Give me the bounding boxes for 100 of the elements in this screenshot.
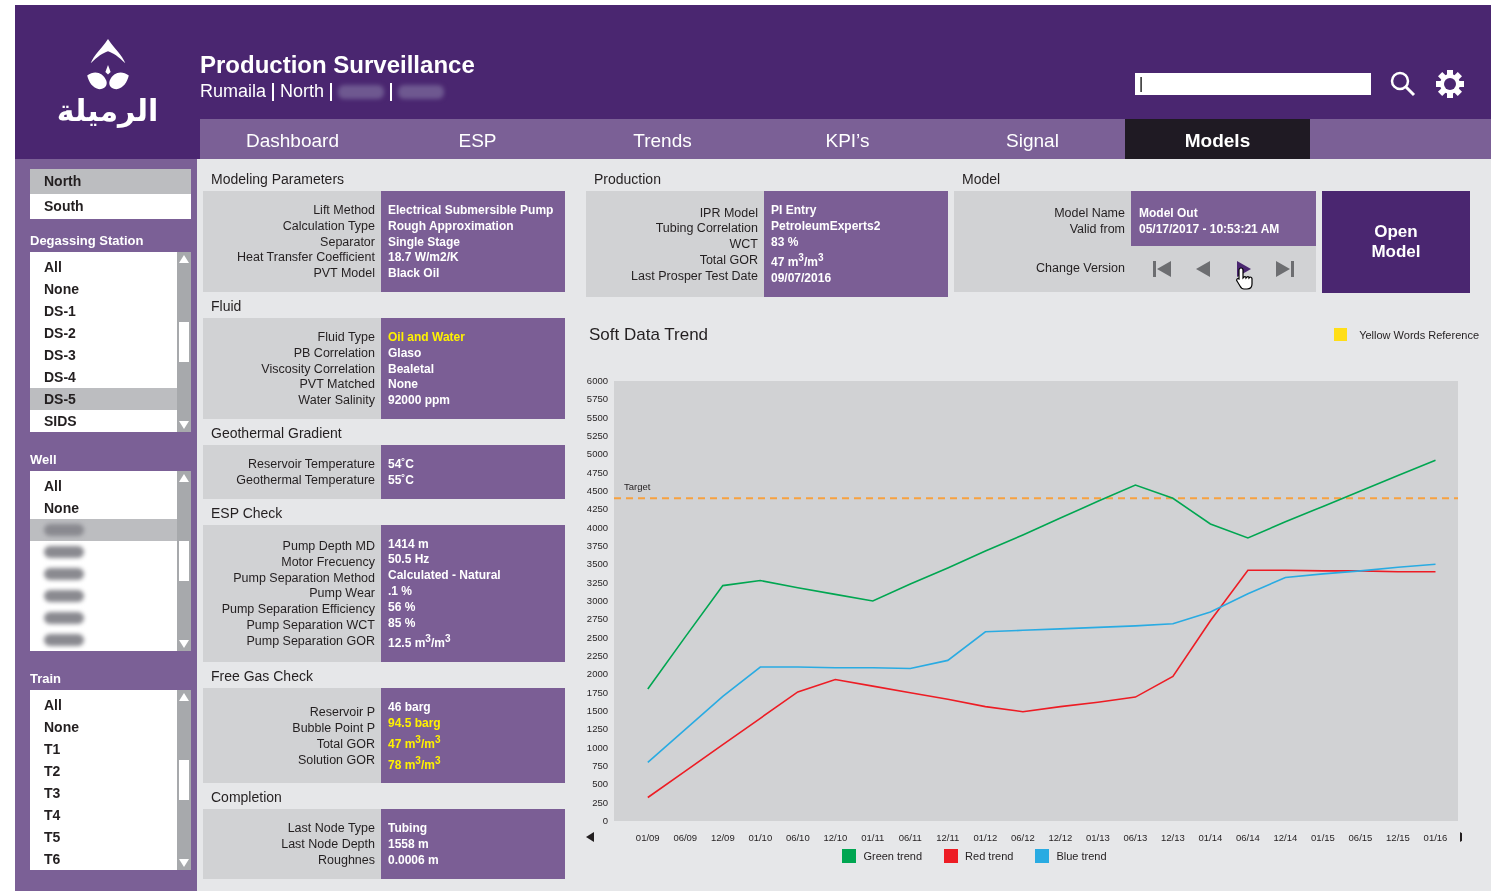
parameter-label: Viscosity Correlation — [261, 361, 375, 378]
parameter-value: 09/07/2016 — [771, 271, 833, 287]
list-item[interactable]: SIDS — [30, 410, 177, 432]
parameter-value: 55˚C — [388, 472, 415, 489]
parameter-value: PI Entry — [771, 203, 818, 219]
parameter-value: 92000 ppm — [388, 393, 452, 409]
logo-text: الرميلة — [56, 93, 159, 129]
parameter-value: 05/17/2017 - 10:53:21 AM — [1139, 221, 1281, 238]
x-tick-label: 12/14 — [1273, 832, 1298, 843]
settings-icon[interactable] — [1435, 69, 1465, 99]
list-item[interactable]: DS-4 — [30, 366, 177, 388]
parameter-label: Water Salinity — [298, 393, 375, 409]
x-tick-label: 12/10 — [823, 832, 848, 843]
scrollbar[interactable] — [177, 471, 191, 651]
parameter-label: Pump Depth MD — [282, 539, 375, 555]
parameter-value: Black Oil — [388, 266, 441, 282]
parameter-value: Rough Approximation — [388, 218, 515, 235]
list-item[interactable]: T5 — [30, 826, 177, 848]
parameter-label: Pump Separation GOR — [246, 633, 375, 650]
parameter-value: Oil and Water — [388, 330, 466, 346]
region-item[interactable]: North — [30, 169, 191, 194]
list-item[interactable]: T1 — [30, 738, 177, 760]
list-item[interactable]: DS-2 — [30, 322, 177, 344]
section-title: ESP Check — [210, 503, 284, 523]
legend-label: Green trend — [863, 850, 923, 862]
scroll-right-icon[interactable] — [1460, 832, 1462, 842]
list-item[interactable] — [30, 519, 177, 541]
x-tick-label: 06/15 — [1348, 832, 1373, 843]
breadcrumb-item[interactable]: Rumaila — [200, 81, 267, 102]
first-version-icon[interactable] — [1150, 259, 1173, 279]
scroll-left-icon[interactable] — [586, 832, 594, 842]
list-item[interactable]: T6 — [30, 848, 177, 870]
y-tick-label: 3000 — [586, 595, 608, 606]
y-tick-label: 2250 — [586, 650, 608, 661]
parameter-value: 56 % — [388, 599, 417, 616]
list-title: Train — [30, 670, 63, 688]
list-item[interactable]: DS-1 — [30, 300, 177, 322]
parameter-label: Calculation Type — [282, 218, 375, 235]
hand-cursor-icon — [1235, 266, 1255, 290]
parameter-label: Pump Wear — [309, 586, 375, 603]
search-field[interactable]: | — [1135, 73, 1371, 95]
parameter-value: 1558 m — [388, 837, 430, 853]
x-tick-label: 01/13 — [1086, 832, 1110, 843]
parameter-label: WCT — [729, 237, 758, 253]
y-tick-label: 5500 — [586, 411, 608, 423]
list-item[interactable]: All — [30, 694, 177, 716]
list-item[interactable]: All — [30, 256, 177, 278]
open-model-button[interactable]: Open Model — [1322, 191, 1470, 293]
y-tick-label: 6000 — [586, 375, 608, 386]
x-tick-label: 01/10 — [748, 832, 773, 843]
list-item[interactable]: None — [30, 716, 177, 738]
list-item[interactable]: DS-5 — [30, 388, 177, 410]
y-tick-label: 5750 — [586, 393, 608, 405]
search-icon[interactable] — [1389, 70, 1417, 98]
parameter-value: 47 m$^{3}$/m$^{3}$ — [771, 251, 825, 272]
y-tick-label: 1750 — [586, 686, 608, 698]
nav-tab[interactable]: Models — [1125, 119, 1310, 159]
parameter-label: PB Correlation — [293, 345, 375, 362]
list-title: Well — [30, 451, 58, 469]
parameter-label: IPR Model — [699, 205, 758, 222]
list-item[interactable]: None — [30, 497, 177, 519]
parameter-label: Fluid Type — [317, 330, 375, 346]
section-title: Fluid — [210, 297, 243, 316]
last-version-icon[interactable] — [1274, 259, 1297, 279]
target-label: Target — [624, 481, 651, 493]
parameter-value: None — [388, 377, 419, 394]
list-title: Degassing Station — [30, 232, 145, 250]
parameter-label: Geothermal Temperature — [236, 472, 375, 489]
parameter-value: 78 m$^{3}$/m$^{3}$ — [388, 753, 442, 774]
list-item[interactable]: None — [30, 278, 177, 300]
y-tick-label: 1000 — [586, 741, 608, 753]
parameter-label: Pump Separation WCT — [246, 618, 375, 634]
y-tick-label: 1250 — [586, 723, 608, 735]
y-tick-label: 750 — [592, 760, 608, 771]
x-tick-label: 12/09 — [710, 832, 735, 843]
parameter-label: Total GOR — [316, 736, 375, 753]
parameter-label: Reservoir Temperature — [248, 456, 375, 473]
parameter-label: Last Prosper Test Date — [631, 268, 758, 285]
legend-label: Blue trend — [1056, 850, 1107, 862]
x-tick-label: 01/15 — [1311, 832, 1335, 843]
y-tick-label: 2000 — [586, 668, 608, 680]
scrollbar[interactable] — [177, 252, 191, 432]
section-title: Geothermal Gradient — [210, 423, 343, 443]
x-tick-label: 06/12 — [1011, 832, 1035, 843]
list-item[interactable]: T3 — [30, 782, 177, 804]
parameter-label: Model Name — [1054, 205, 1125, 222]
list-item[interactable]: T4 — [30, 804, 177, 826]
x-tick-label: 06/09 — [673, 832, 698, 843]
region-item[interactable]: South — [30, 194, 191, 219]
x-tick-label: 01/14 — [1198, 832, 1223, 843]
x-tick-label: 12/11 — [936, 832, 960, 843]
list-item[interactable]: T2 — [30, 760, 177, 782]
parameter-value: 12.5 m$^{3}$/m$^{3}$ — [388, 632, 452, 653]
parameter-label: Lift Method — [313, 203, 375, 219]
list-item[interactable]: All — [30, 475, 177, 497]
app-title: Production Surveillance — [200, 51, 475, 79]
list-item[interactable]: DS-3 — [30, 344, 177, 366]
scrollbar[interactable] — [177, 690, 191, 870]
x-tick-label: 06/10 — [785, 832, 810, 843]
breadcrumb-item[interactable]: North — [280, 81, 325, 102]
